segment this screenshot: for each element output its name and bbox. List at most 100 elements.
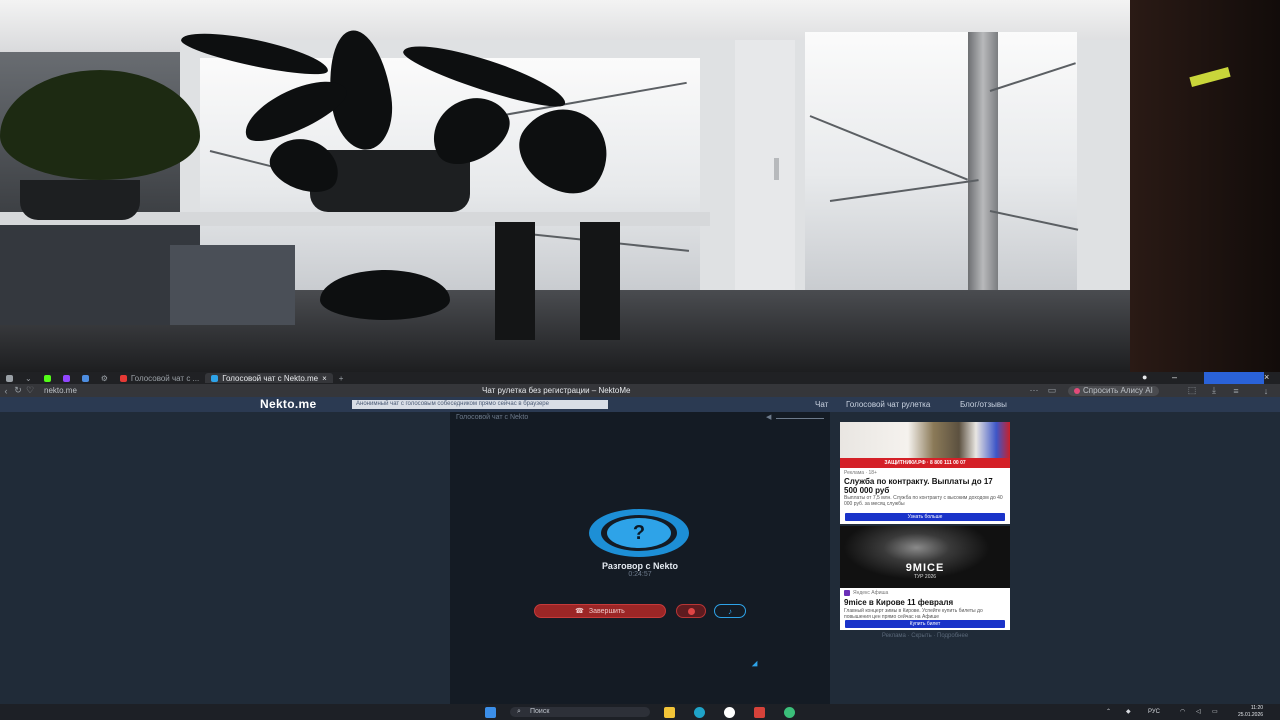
mic-button[interactable]: ♪ (714, 604, 746, 618)
bookmark-icon[interactable]: ▭ (1046, 385, 1058, 396)
extensions-icon[interactable]: ⬚ (1186, 385, 1198, 396)
microphone-icon: ♪ (728, 606, 732, 616)
download-icon[interactable]: ⤓ (1208, 385, 1220, 396)
app-icon[interactable] (784, 707, 795, 718)
menu-item-blog[interactable]: Блог/отзывы (960, 397, 1007, 412)
tab-browser-menu[interactable] (0, 373, 19, 383)
ad-headline: 9mice в Кирове 11 февраля (844, 598, 954, 607)
camera-photo (0, 0, 1280, 372)
app-icon[interactable] (754, 707, 765, 718)
window-mullion (735, 40, 795, 310)
tab-label: Голосовой чат с ... (130, 373, 200, 383)
tree-trunk (968, 32, 998, 290)
taskbar: ⌕ Поиск ⌃ ◆ РУС ◠ ◁ ▭ 11:20 25.01.2026 (0, 704, 1280, 720)
new-tab-button[interactable]: + (333, 373, 350, 383)
plus-icon: + (338, 373, 344, 383)
end-call-button[interactable]: ☎ Завершить (534, 604, 666, 618)
file-explorer-icon[interactable] (664, 707, 675, 718)
phone-icon: ☎ (575, 608, 584, 615)
tab-screen[interactable] (76, 373, 95, 383)
twitch-icon (62, 374, 70, 382)
box (170, 245, 295, 325)
url-field[interactable]: nekto.me (44, 386, 244, 395)
nekto-logo-icon: ? (589, 509, 689, 557)
profile-icon[interactable]: ● (1142, 372, 1147, 382)
conversation-label: Разговор с Nekto (601, 561, 679, 571)
mouse-cursor (751, 660, 761, 670)
tray-app-icon[interactable]: ◆ (1126, 704, 1131, 720)
ad-source: Яндекс Афиша (844, 590, 888, 596)
battery-icon[interactable]: ▭ (1212, 704, 1218, 720)
maximize-icon[interactable] (1204, 372, 1264, 384)
gear-icon: ⚙ (100, 373, 108, 383)
end-button-label: Завершить (588, 607, 625, 615)
minimize-icon[interactable]: – (1172, 372, 1177, 382)
close-icon[interactable]: × (322, 374, 327, 383)
close-window-icon[interactable]: × (1264, 372, 1269, 382)
tab-label: Голосовой чат с Nekto.me (222, 373, 319, 383)
tab-dropdown[interactable]: ⌄ (19, 373, 38, 383)
language-indicator[interactable]: РУС (1148, 704, 1160, 720)
kick-icon (43, 374, 51, 382)
header-banner[interactable]: Анонимный чат с голосовым собеседником п… (352, 400, 608, 409)
taskbar-search[interactable]: ⌕ Поиск (510, 707, 650, 717)
menu-icon[interactable]: ≡ (1230, 386, 1242, 396)
menu-item-voice-roulette[interactable]: Голосовой чат рулетка (846, 397, 930, 412)
page-title: Чат рулетка без регистрации – NektoMe (482, 386, 631, 395)
tab-twitch[interactable] (57, 373, 76, 383)
address-bar: ‹ ↻ ♡ nekto.me Чат рулетка без регистрац… (0, 384, 1280, 397)
chevron-down-icon: ⌄ (25, 373, 32, 383)
ad-text: Главный концерт зимы в Кирове. Успейте к… (844, 608, 983, 620)
reload-icon[interactable]: ↻ (12, 385, 24, 396)
ad-image-brand: 9MICE (905, 562, 945, 574)
ads-caption[interactable]: Реклама · Скрыть · Подробнее (840, 633, 1010, 639)
page-body: Голосовой чат с Nekto ◀ ? Разговор с Nek… (0, 412, 1280, 704)
ai-assistant-button[interactable]: Спросить Алису AI (1068, 385, 1159, 396)
ai-button-label: Спросить Алису AI (1083, 386, 1153, 395)
search-icon: ⌕ (517, 708, 521, 715)
windows-start-icon[interactable] (485, 707, 496, 718)
browser-tab-bar: ⌄ ⚙ Голосовой чат с ... Голосовой чат с … (0, 372, 1280, 384)
question-mark-icon: ? (607, 518, 671, 548)
search-placeholder: Поиск (530, 708, 550, 715)
tab-kick[interactable] (38, 373, 57, 383)
yandex-browser-icon[interactable] (724, 707, 735, 718)
window-pane-right (805, 32, 1077, 290)
edge-icon[interactable] (694, 707, 705, 718)
report-button[interactable] (676, 604, 706, 618)
shelf-leg (580, 222, 620, 340)
menu-item-chat[interactable]: Чат (815, 397, 828, 412)
ad-contract-service[interactable]: ЗАЩИТНИКИ.РФ · 8 800 111 00 07 Реклама ·… (840, 422, 1010, 524)
screen-icon (81, 374, 89, 382)
ad-cta-button[interactable]: Купить билет (845, 620, 1005, 628)
wifi-icon[interactable]: ◠ (1180, 704, 1185, 720)
clock[interactable]: 11:20 25.01.2026 (1238, 705, 1263, 719)
ad-cta-button[interactable]: Узнать больше (845, 513, 1005, 521)
ad-text: Выплаты от 7,5 млн. Служба по контракту … (844, 495, 1003, 507)
curtain (1130, 0, 1280, 372)
plant-pot (20, 180, 140, 220)
tray-chevron-icon[interactable]: ⌃ (1106, 704, 1111, 720)
ad-concert[interactable]: 9MICE ТУР 2026 Яндекс Афиша 9mice в Киро… (840, 526, 1010, 630)
tab-settings[interactable]: ⚙ (95, 373, 114, 383)
shield-icon[interactable]: ♡ (24, 385, 36, 396)
download-icon[interactable]: ↓ (1260, 386, 1272, 396)
volume-icon[interactable]: ◀ (766, 413, 771, 421)
volume-icon[interactable]: ◁ (1196, 704, 1201, 720)
site-header: Nekto.me Анонимный чат с голосовым собес… (0, 397, 1280, 412)
ad-stripe: ЗАЩИТНИКИ.РФ · 8 800 111 00 07 (840, 458, 1010, 468)
tab-voice-chat-active[interactable]: Голосовой чат с Nekto.me × (205, 373, 333, 383)
ad-headline: Служба по контракту. Выплаты до 17 500 0… (844, 477, 993, 495)
panel-title: Голосовой чат с Nekto (456, 414, 529, 421)
tab-voice-chat-1[interactable]: Голосовой чат с ... (114, 373, 205, 383)
ad-source: Реклама · 18+ (844, 470, 877, 476)
alice-icon (1074, 387, 1080, 394)
clock-date: 25.01.2026 (1238, 712, 1264, 718)
volume-slider[interactable] (776, 418, 824, 419)
afisha-icon (844, 590, 850, 596)
browser-menu-icon (6, 374, 13, 382)
site-logo[interactable]: Nekto.me (260, 397, 316, 412)
call-timer: 0:24:57 (628, 571, 652, 578)
more-icon[interactable]: ⋯ (1028, 385, 1040, 396)
back-icon[interactable]: ‹ (0, 386, 12, 396)
